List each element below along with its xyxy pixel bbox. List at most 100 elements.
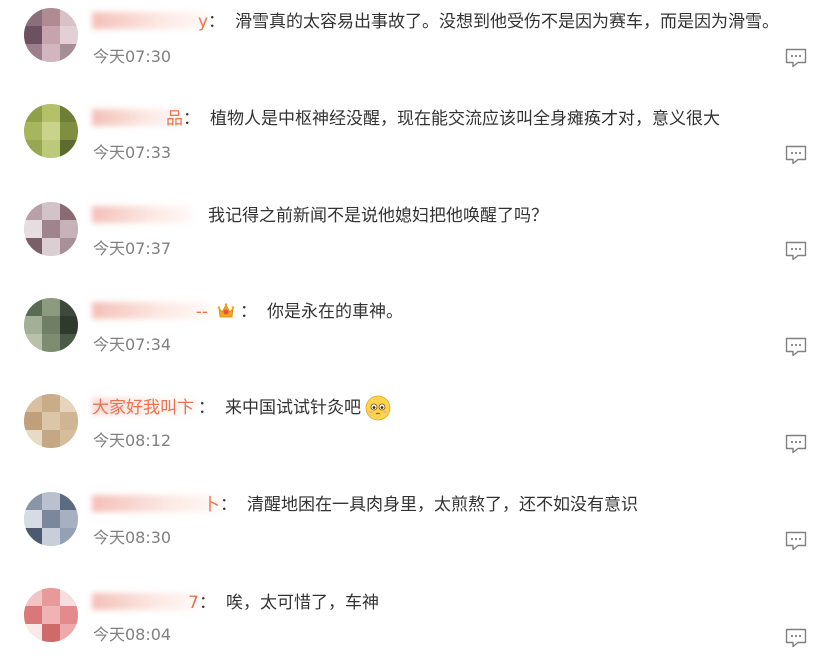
avatar-mosaic-tile [42,624,60,642]
avatar-mosaic-tile [60,510,78,528]
comment-time: 今天07:30 [93,47,172,66]
commenter-nickname[interactable]: -- [92,299,208,322]
colon-separator: ： [199,593,216,613]
comment-text: 唉，太可惜了，车神 [226,593,379,613]
colon-separator: ： [240,302,257,322]
colon-separator: ： [198,398,215,418]
avatar-mosaic-tile [60,316,78,334]
comment-time: 今天07:33 [93,143,172,162]
comment-time: 今天07:37 [93,239,172,258]
avatar-mosaic-tile [42,394,60,412]
avatar-mosaic-tile [42,8,60,26]
comment-item: 我记得之前新闻不是说他媳妇把他唤醒了吗？ 今天07:37 [0,192,823,288]
avatar-mosaic-tile [42,588,60,606]
reply-comment-icon[interactable] [785,145,807,165]
avatar-mosaic-tile [60,528,78,546]
comment-item: 卜： 清醒地困在一具肉身里，太煎熬了，还不如没有意识 今天08:30 [0,480,823,576]
avatar-mosaic-tile [24,606,42,624]
avatar[interactable] [24,104,78,158]
comment-text: 滑雪真的太容易出事故了。没想到他受伤不是因为赛车，而是因为滑雪。 [235,12,779,32]
avatar-mosaic-tile [60,122,78,140]
reply-comment-icon[interactable] [785,337,807,357]
reply-comment-icon[interactable] [785,628,807,648]
comment-time: 今天08:04 [93,625,172,644]
comment-body: 大家好我叫卞： 来中国试试针灸吧 [92,395,793,421]
avatar-mosaic-tile [60,298,78,316]
avatar-mosaic-tile [24,334,42,352]
avatar-mosaic-tile [24,412,42,430]
comment-text: 来中国试试针灸吧 [225,398,361,418]
commenter-nickname[interactable]: 卜 [92,492,220,515]
avatar-mosaic-tile [42,412,60,430]
avatar[interactable] [24,394,78,448]
avatar-mosaic-tile [42,334,60,352]
avatar-mosaic-tile [24,430,42,448]
avatar-mosaic-tile [42,316,60,334]
avatar[interactable] [24,492,78,546]
comment-time: 今天07:34 [93,335,172,354]
avatar[interactable] [24,8,78,62]
avatar-mosaic-tile [42,492,60,510]
avatar-mosaic-tile [24,238,42,256]
avatar-mosaic-tile [42,122,60,140]
avatar-mosaic-tile [60,104,78,122]
avatar[interactable] [24,588,78,642]
avatar-mosaic-tile [24,588,42,606]
comment-body: -- ： 你是永在的車神。 [92,299,793,325]
avatar[interactable] [24,202,78,256]
comment-body: y： 滑雪真的太容易出事故了。没想到他受伤不是因为赛车，而是因为滑雪。 [92,9,793,35]
comment-text: 植物人是中枢神经没醒，现在能交流应该叫全身瘫痪才对，意义很大 [210,109,720,129]
avatar-mosaic-tile [60,624,78,642]
comment-text: 清醒地困在一具肉身里，太煎熬了，还不如没有意识 [247,495,638,515]
reply-comment-icon[interactable] [785,241,807,261]
avatar-mosaic-tile [42,510,60,528]
comment-body: 7： 唉，太可惜了，车神 [92,590,793,616]
avatar-mosaic-tile [24,140,42,158]
avatar-mosaic-tile [60,44,78,62]
avatar-mosaic-tile [24,202,42,220]
avatar-mosaic-tile [24,394,42,412]
avatar-mosaic-tile [60,606,78,624]
avatar-mosaic-tile [60,220,78,238]
avatar-mosaic-tile [24,624,42,642]
commenter-nickname[interactable]: 7 [92,590,199,613]
comment-body: 卜： 清醒地困在一具肉身里，太煎熬了，还不如没有意识 [92,492,793,518]
commenter-nickname[interactable]: 大家好我叫卞 [92,395,198,418]
avatar-mosaic-tile [24,26,42,44]
avatar-mosaic-tile [42,202,60,220]
avatar-mosaic-tile [24,316,42,334]
avatar-mosaic-tile [60,588,78,606]
colon-separator: ： [208,12,225,32]
avatar-mosaic-tile [42,606,60,624]
reply-comment-icon[interactable] [785,48,807,68]
avatar-mosaic-tile [42,238,60,256]
avatar-mosaic-tile [60,430,78,448]
reply-comment-icon[interactable] [785,531,807,551]
comment-item: 大家好我叫卞： 来中国试试针灸吧 今天08:12 [0,384,823,480]
commenter-nickname[interactable]: y [92,9,208,32]
avatar-mosaic-tile [24,298,42,316]
avatar-mosaic-tile [24,220,42,238]
avatar-mosaic-tile [24,104,42,122]
avatar[interactable] [24,298,78,352]
commenter-nickname[interactable] [92,203,192,225]
comment-item: 品： 植物人是中枢神经没醒，现在能交流应该叫全身瘫痪才对，意义很大 今天07:33 [0,96,823,192]
comment-time: 今天08:30 [93,528,172,547]
avatar-mosaic-tile [60,334,78,352]
reply-comment-icon[interactable] [785,434,807,454]
comment-time: 今天08:12 [93,431,172,450]
comment-item: y： 滑雪真的太容易出事故了。没想到他受伤不是因为赛车，而是因为滑雪。 今天07:… [0,0,823,96]
avatar-mosaic-tile [60,412,78,430]
comment-body: 我记得之前新闻不是说他媳妇把他唤醒了吗？ [92,203,793,229]
commenter-nickname[interactable]: 品 [92,106,183,129]
comment-text: 你是永在的車神。 [267,302,403,322]
avatar-mosaic-tile [60,394,78,412]
vip-crown-icon [217,303,235,318]
avatar-mosaic-tile [24,528,42,546]
avatar-mosaic-tile [42,104,60,122]
comment-item: -- ： 你是永在的車神。 今天07:34 [0,288,823,384]
avatar-mosaic-tile [60,238,78,256]
avatar-mosaic-tile [24,492,42,510]
avatar-mosaic-tile [24,44,42,62]
avatar-mosaic-tile [42,44,60,62]
